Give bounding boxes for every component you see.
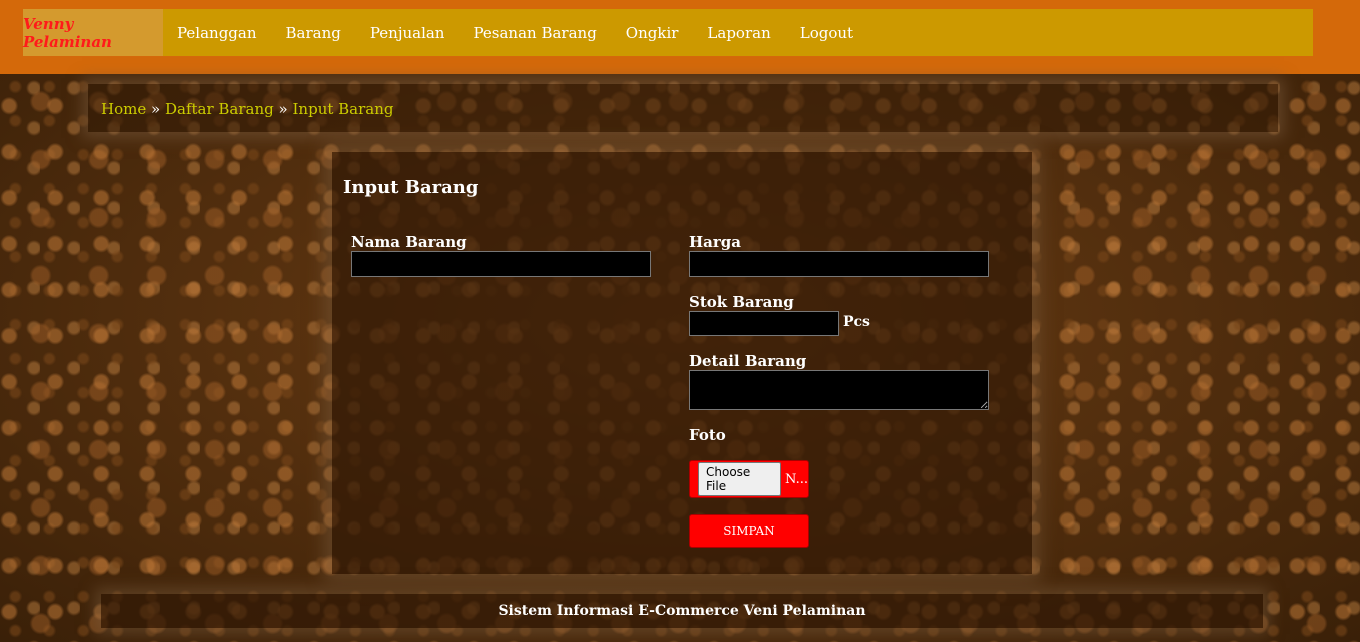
nama-barang-label: Nama Barang bbox=[351, 233, 467, 251]
nav-item-pesanan-barang[interactable]: Pesanan Barang bbox=[473, 24, 596, 42]
breadcrumb-separator: » bbox=[278, 100, 288, 118]
nama-barang-input[interactable] bbox=[351, 251, 651, 277]
stok-barang-input[interactable] bbox=[689, 311, 839, 336]
top-bar: Venny Pelaminan Pelanggan Barang Penjual… bbox=[0, 0, 1360, 74]
simpan-button[interactable]: SIMPAN bbox=[689, 514, 809, 548]
choose-file-button[interactable]: Choose File bbox=[698, 462, 782, 496]
detail-barang-label: Detail Barang bbox=[689, 352, 807, 370]
harga-input[interactable] bbox=[689, 251, 989, 277]
brand-logo[interactable]: Venny Pelaminan bbox=[23, 9, 163, 56]
nav-item-barang[interactable]: Barang bbox=[286, 24, 341, 42]
file-status-text: N... bbox=[785, 471, 808, 487]
page-title: Input Barang bbox=[343, 177, 479, 198]
nav-item-logout[interactable]: Logout bbox=[800, 24, 853, 42]
breadcrumb-current[interactable]: Input Barang bbox=[293, 100, 394, 118]
input-barang-panel: Input Barang Nama Barang Harga Stok Bara… bbox=[332, 152, 1032, 574]
nav-item-penjualan[interactable]: Penjualan bbox=[370, 24, 445, 42]
breadcrumb-daftar-barang-link[interactable]: Daftar Barang bbox=[165, 100, 274, 118]
nav-item-ongkir[interactable]: Ongkir bbox=[626, 24, 679, 42]
breadcrumb-separator: » bbox=[151, 100, 161, 118]
foto-label: Foto bbox=[689, 426, 726, 444]
breadcrumb-bar: Home » Daftar Barang » Input Barang bbox=[88, 84, 1278, 132]
stok-barang-label: Stok Barang bbox=[689, 293, 794, 311]
nav-item-laporan[interactable]: Laporan bbox=[707, 24, 770, 42]
main-navbar: Venny Pelaminan Pelanggan Barang Penjual… bbox=[23, 9, 1313, 56]
footer-text: Sistem Informasi E-Commerce Veni Pelamin… bbox=[498, 603, 866, 619]
breadcrumb: Home » Daftar Barang » Input Barang bbox=[101, 100, 394, 118]
foto-file-input[interactable]: Choose File N... bbox=[689, 460, 809, 498]
harga-label: Harga bbox=[689, 233, 742, 251]
footer: Sistem Informasi E-Commerce Veni Pelamin… bbox=[101, 594, 1263, 628]
breadcrumb-home-link[interactable]: Home bbox=[101, 100, 146, 118]
nav-item-pelanggan[interactable]: Pelanggan bbox=[177, 24, 257, 42]
stok-unit-label: Pcs bbox=[843, 314, 870, 330]
detail-barang-textarea[interactable] bbox=[689, 370, 989, 410]
